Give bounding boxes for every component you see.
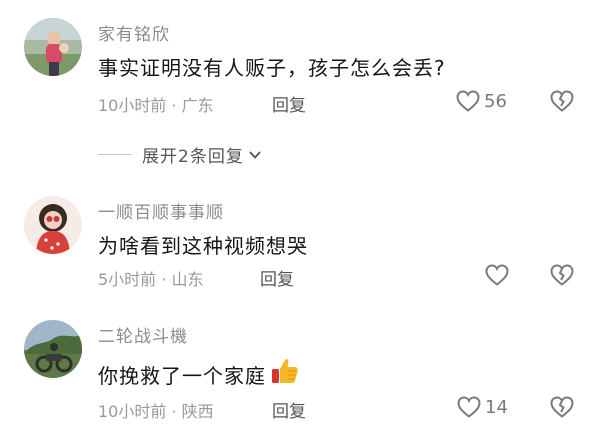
time-location: 10小时前 · 陕西 xyxy=(98,402,214,421)
heart-outline-icon xyxy=(457,396,481,418)
broken-heart-icon xyxy=(550,396,574,418)
reply-button[interactable]: 回复 xyxy=(272,91,306,116)
heart-outline-icon xyxy=(456,90,480,112)
like-count: 14 xyxy=(485,396,508,418)
comment-text: 事实证明没有人贩子，孩子怎么会丢? xyxy=(98,56,446,80)
reply-button[interactable]: 回复 xyxy=(260,265,294,290)
comment-text: 为啥看到这种视频想哭 xyxy=(98,234,308,258)
chevron-down-icon xyxy=(249,150,261,159)
like-button[interactable]: 56 xyxy=(455,89,507,113)
dislike-button[interactable] xyxy=(549,89,575,117)
avatar[interactable] xyxy=(24,18,82,76)
avatar[interactable] xyxy=(24,196,82,254)
heart-outline-icon xyxy=(485,264,509,286)
like-button[interactable]: 14 xyxy=(456,395,508,419)
broken-heart-icon xyxy=(550,90,574,112)
comment-text-content: 你挽救了一个家庭 xyxy=(98,364,266,388)
dislike-button[interactable] xyxy=(549,395,575,423)
time-location: 5小时前 · 山东 xyxy=(98,270,204,289)
like-count: 56 xyxy=(484,90,507,112)
username[interactable]: 一顺百顺事事顺 xyxy=(98,198,224,223)
broken-heart-icon xyxy=(550,264,574,286)
time-location: 10小时前 · 广东 xyxy=(98,96,214,115)
divider-line xyxy=(98,154,132,155)
reply-button[interactable]: 回复 xyxy=(272,397,306,422)
username[interactable]: 二轮战斗機 xyxy=(98,322,188,347)
avatar[interactable] xyxy=(24,320,82,378)
expand-replies-button[interactable]: 展开2条回复 xyxy=(98,142,263,167)
comment-text: 你挽救了一个家庭 xyxy=(98,356,300,391)
expand-replies-label: 展开2条回复 xyxy=(142,147,244,167)
username[interactable]: 家有铭欣 xyxy=(98,20,170,45)
like-button[interactable] xyxy=(484,263,513,287)
thumbs-up-emoji xyxy=(270,356,300,391)
dislike-button[interactable] xyxy=(549,263,575,291)
